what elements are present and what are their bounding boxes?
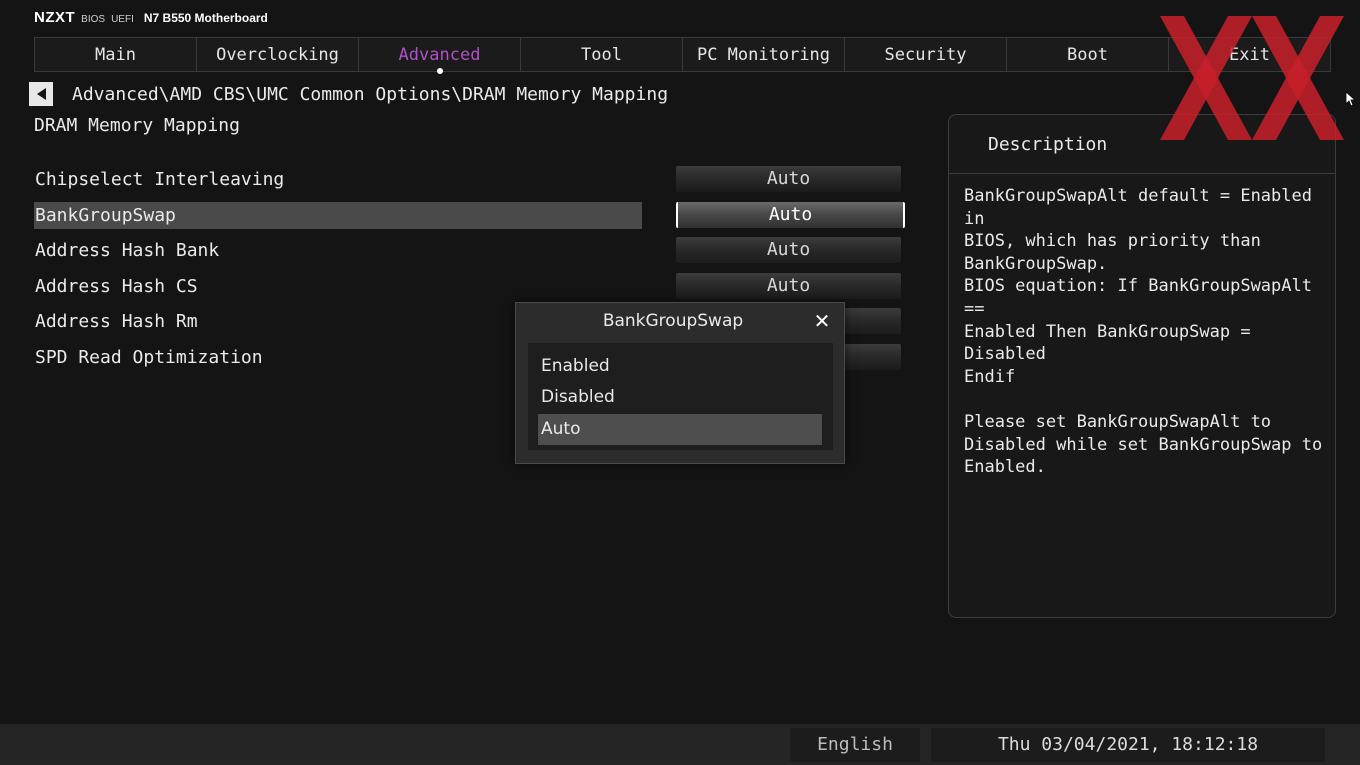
setting-label: Chipselect Interleaving — [35, 169, 285, 190]
description-panel: Description BankGroupSwapAlt default = E… — [948, 114, 1336, 618]
tab-tool[interactable]: Tool — [521, 38, 683, 71]
language-selector[interactable]: English — [790, 728, 920, 762]
tab-main[interactable]: Main — [35, 38, 197, 71]
setting-label: BankGroupSwap — [34, 201, 642, 229]
option-popup: BankGroupSwap ✕ Enabled Disabled Auto — [515, 302, 845, 464]
tab-pc-monitoring[interactable]: PC Monitoring — [683, 38, 845, 71]
brand-uefi-label: UEFI — [111, 14, 134, 25]
popup-option-enabled[interactable]: Enabled — [538, 351, 822, 382]
brand-logo: NZXT — [34, 9, 76, 26]
setting-value-button[interactable]: Auto — [676, 237, 901, 263]
main-tab-bar: Main Overclocking Advanced Tool PC Monit… — [34, 37, 1331, 74]
status-bar: English Thu 03/04/2021, 18:12:18 — [0, 724, 1360, 765]
setting-row-chipselect-interleaving[interactable]: Chipselect Interleaving Auto — [34, 166, 904, 202]
brand-model: N7 B550 Motherboard — [143, 11, 268, 25]
xx-watermark-logo — [1160, 16, 1344, 140]
brand-header: NZXT BIOS UEFI N7 B550 Motherboard — [34, 9, 268, 26]
setting-value-button[interactable]: Auto — [676, 201, 905, 228]
back-arrow-icon — [36, 88, 46, 100]
breadcrumb: Advanced\AMD CBS\UMC Common Options\DRAM… — [72, 84, 669, 105]
description-text: BankGroupSwapAlt default = Enabled in BI… — [964, 186, 1323, 478]
brand-bios-label: BIOS — [81, 14, 106, 25]
tab-overclocking[interactable]: Overclocking — [197, 38, 359, 71]
popup-option-list: Enabled Disabled Auto — [528, 343, 833, 450]
setting-label: Address Hash CS — [35, 275, 198, 297]
setting-row-bankgroupswap[interactable]: BankGroupSwap Auto — [34, 201, 905, 238]
popup-title: BankGroupSwap — [602, 311, 744, 331]
setting-value-button[interactable]: Auto — [676, 272, 901, 299]
tab-advanced[interactable]: Advanced — [359, 38, 521, 74]
bios-screen: NZXT BIOS UEFI N7 B550 Motherboard Main … — [0, 0, 1360, 765]
back-button[interactable] — [29, 82, 53, 106]
setting-row-address-hash-bank[interactable]: Address Hash Bank Auto — [34, 237, 904, 273]
description-title: Description — [988, 134, 1108, 155]
popup-option-auto[interactable]: Auto — [538, 414, 822, 445]
setting-label: Address Hash Bank — [35, 240, 220, 261]
popup-option-disabled[interactable]: Disabled — [538, 382, 822, 413]
page-title: DRAM Memory Mapping — [34, 115, 240, 136]
mouse-pointer-icon — [1346, 92, 1356, 107]
close-icon[interactable]: ✕ — [812, 311, 832, 331]
datetime-display: Thu 03/04/2021, 18:12:18 — [931, 728, 1325, 762]
tab-boot[interactable]: Boot — [1007, 38, 1169, 71]
setting-value-button[interactable]: Auto — [676, 166, 901, 192]
tab-security[interactable]: Security — [845, 38, 1007, 71]
